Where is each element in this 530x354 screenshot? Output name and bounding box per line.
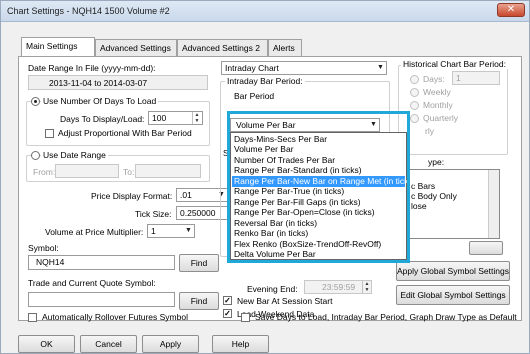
historical-label: Historical Chart Bar Period: — [401, 59, 508, 69]
intraday-period-label: Intraday Bar Period: — [225, 76, 305, 86]
dropdown-option[interactable]: Flex Renko (BoxSize-TrendOff-RevOff) — [234, 239, 381, 250]
draw-type-list[interactable]: c Bars c Body Only lose — [406, 169, 500, 239]
evening-end-label: Evening End: — [247, 284, 298, 294]
dropdown-option[interactable]: Range Per Bar-Standard (in ticks) — [234, 165, 362, 176]
close-icon[interactable]: ✕ — [497, 3, 525, 17]
rollover-label: Automatically Rollover Futures Symbol — [42, 312, 188, 322]
date-range-value: 2013-11-04 to 2014-03-07 — [28, 75, 208, 90]
evening-end-spinner-icon[interactable]: ▲ ▼ — [362, 281, 371, 293]
dropdown-option[interactable]: Renko Bar (in ticks) — [234, 228, 308, 239]
chevron-down-icon[interactable]: ▼ — [369, 119, 378, 131]
chart-type-value: Intraday Chart — [225, 63, 279, 73]
save-days-label: Save Days to Load, Intraday Bar Period, … — [255, 312, 517, 322]
historical-days-radio[interactable] — [410, 75, 419, 84]
evening-end-value: 23:59:59 — [322, 282, 356, 292]
use-days-label: Use Number Of Days To Load — [41, 96, 159, 106]
dropdown-option[interactable]: Delta Volume Per Bar — [234, 249, 316, 260]
dropdown-option-highlighted[interactable]: Range Per Bar-New Bar on Range Met (in t… — [232, 175, 415, 187]
dropdown-option[interactable]: Range Per Bar-True (in ticks) — [234, 186, 344, 197]
historical-monthly-label: Monthly — [423, 100, 453, 110]
draw-type-item[interactable]: lose — [411, 201, 427, 211]
dropdown-option[interactable]: Volume Per Bar — [234, 144, 294, 155]
bar-period-value: Volume Per Bar — [236, 120, 296, 130]
historical-days-value: 1 — [456, 73, 461, 83]
historical-monthly-radio[interactable] — [410, 101, 419, 110]
symbol-field[interactable]: NQH14 — [28, 255, 175, 270]
draw-type-scrollbar[interactable] — [488, 170, 499, 238]
bar-period-label: Bar Period — [234, 91, 275, 101]
ok-button[interactable]: OK — [18, 335, 75, 353]
load-weekend-checkbox[interactable]: ✓ — [223, 309, 232, 318]
chevron-down-icon[interactable]: ▼ — [376, 62, 385, 74]
adjust-proportional-label: Adjust Proportional With Bar Period — [58, 128, 192, 138]
draw-type-partial-button[interactable] — [469, 241, 503, 255]
bar-period-select[interactable]: Volume Per Bar — [230, 118, 380, 132]
tab-alerts[interactable]: Alerts — [268, 39, 302, 56]
chevron-down-icon[interactable]: ▼ — [184, 225, 193, 237]
draw-type-partial-label: ype: — [428, 157, 445, 167]
to-label: To: — [123, 167, 135, 177]
symbol-label: Symbol: — [28, 243, 59, 253]
tab-advanced-settings[interactable]: Advanced Settings — [95, 39, 177, 56]
tab-main-settings[interactable]: Main Settings — [21, 37, 95, 57]
cancel-button[interactable]: Cancel — [80, 335, 137, 353]
edit-global-symbol-settings-button[interactable]: Edit Global Symbol Settings — [396, 285, 510, 305]
chart-settings-window: Chart Settings - NQH14 1500 Volume #2 ✕ … — [0, 0, 530, 354]
rollover-checkbox[interactable] — [28, 313, 37, 322]
tick-size-label: Tick Size: — [135, 209, 172, 219]
save-days-checkbox[interactable] — [241, 313, 250, 322]
historical-quarterly-label: Quarterly — [423, 113, 458, 123]
trade-symbol-find-button[interactable]: Find — [179, 292, 219, 310]
draw-type-item[interactable]: c Body Only — [411, 191, 457, 201]
new-bar-session-checkbox[interactable]: ✓ — [223, 296, 232, 305]
from-label: From: — [33, 167, 56, 177]
volume-multiplier-value: 1 — [151, 226, 156, 236]
price-format-label: Price Display Format: — [91, 191, 173, 201]
historical-weekly-label: Weekly — [423, 87, 451, 97]
historical-days-label: Days: — [423, 74, 445, 84]
dropdown-option[interactable]: Number Of Trades Per Bar — [234, 155, 335, 166]
help-button[interactable]: Help — [212, 335, 269, 353]
date-range-label: Date Range In File (yyyy-mm-dd): — [28, 63, 156, 73]
historical-weekly-radio[interactable] — [410, 88, 419, 97]
use-date-range-radio[interactable] — [31, 151, 40, 160]
days-to-display-label: Days To Display/Load: — [60, 114, 145, 124]
historical-yearly-partial-label: rly — [425, 126, 434, 136]
title-bar: Chart Settings - NQH14 1500 Volume #2 ✕ — [1, 1, 529, 22]
window-title: Chart Settings - NQH14 1500 Volume #2 — [7, 6, 170, 16]
trade-symbol-label: Trade and Current Quote Symbol: — [28, 278, 156, 288]
symbol-value: NQH14 — [36, 257, 65, 267]
tick-size-value: 0.250000 — [180, 208, 216, 218]
session-group-partial-label: S — [223, 148, 229, 158]
dropdown-option[interactable]: Range Per Bar-Fill Gaps (in ticks) — [234, 197, 361, 208]
date-range-text: 2013-11-04 to 2014-03-07 — [49, 78, 148, 88]
dropdown-option[interactable]: Range Per Bar-Open=Close (in ticks) — [234, 207, 375, 218]
price-format-value: .01 — [180, 190, 192, 200]
adjust-proportional-checkbox[interactable] — [45, 129, 54, 138]
bar-period-dropdown-list: Days-Mins-Secs Per Bar Volume Per Bar Nu… — [230, 132, 415, 260]
trade-symbol-field[interactable] — [28, 292, 175, 307]
tab-advanced-settings-2[interactable]: Advanced Settings 2 — [177, 39, 268, 56]
to-date-field[interactable] — [135, 164, 201, 178]
historical-days-field[interactable]: 1 — [452, 71, 500, 85]
days-spinner-icon[interactable]: ▲ ▼ — [192, 112, 201, 124]
dropdown-option[interactable]: Reversal Bar (in ticks) — [234, 218, 317, 229]
use-days-radio[interactable] — [31, 97, 40, 106]
days-to-display-value: 100 — [152, 113, 167, 123]
new-bar-session-label: New Bar At Session Start — [237, 296, 333, 306]
volume-multiplier-label: Volume at Price Multiplier: — [45, 227, 144, 237]
apply-button[interactable]: Apply — [142, 335, 199, 353]
symbol-find-button[interactable]: Find — [179, 254, 219, 272]
chart-type-select[interactable]: Intraday Chart — [221, 61, 387, 75]
use-date-range-label: Use Date Range — [41, 150, 108, 160]
apply-global-symbol-settings-button[interactable]: Apply Global Symbol Settings — [396, 261, 510, 281]
from-date-field[interactable] — [55, 164, 119, 178]
historical-quarterly-radio[interactable] — [410, 114, 419, 123]
